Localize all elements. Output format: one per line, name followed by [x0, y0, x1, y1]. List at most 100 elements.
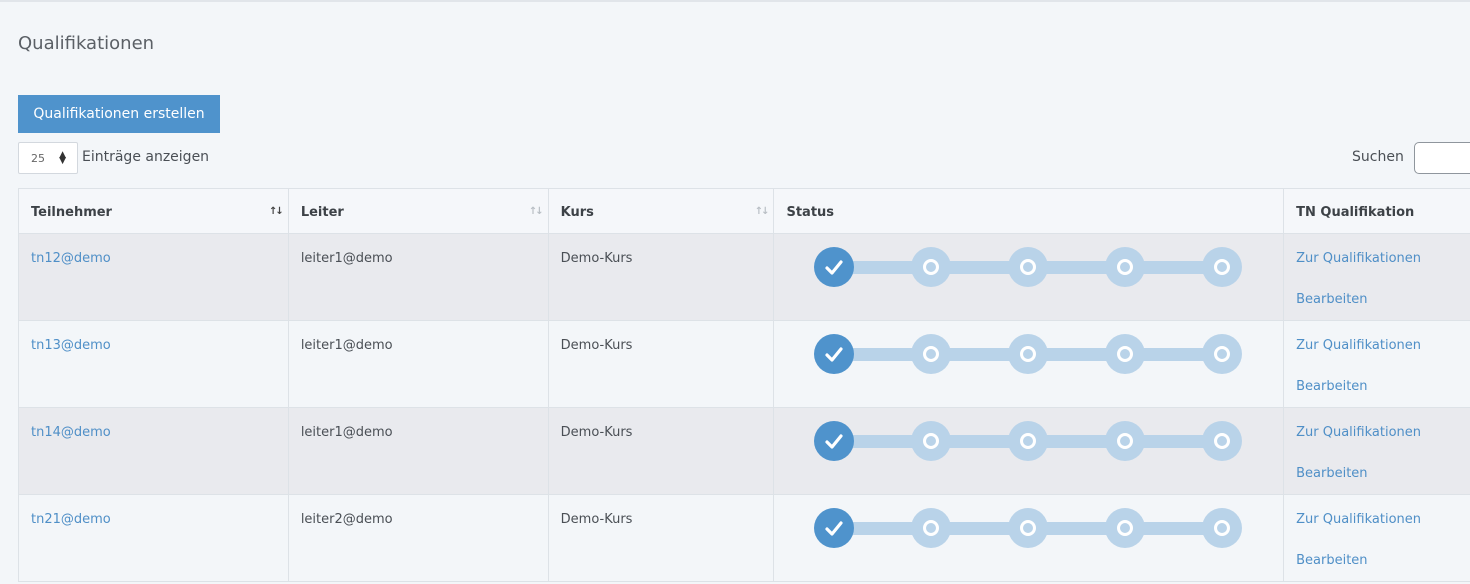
status-step-completed — [814, 334, 855, 374]
table-row: tn13@demo leiter1@demo Demo-Kurs Zur Qua… — [19, 321, 1470, 408]
status-step-completed — [814, 421, 855, 461]
checkmark-icon — [825, 260, 844, 275]
view-qualification-link[interactable]: Zur Qualifikationen — [1296, 338, 1470, 353]
page-length-value: 25 — [31, 151, 45, 165]
circle-icon — [1117, 346, 1134, 362]
status-step-pending — [1008, 247, 1049, 287]
search-input[interactable] — [1414, 142, 1470, 174]
status-step-pending — [911, 508, 952, 548]
circle-icon — [923, 346, 940, 362]
circle-icon — [1020, 346, 1037, 362]
status-step-pending — [1008, 508, 1049, 548]
status-step-pending — [1202, 508, 1243, 548]
page-title: Qualifikationen — [18, 33, 155, 54]
circle-icon — [1214, 346, 1231, 362]
status-step-pending — [1105, 508, 1146, 548]
circle-icon — [1020, 520, 1037, 536]
participant-link[interactable]: tn14@demo — [31, 425, 111, 440]
circle-icon — [1020, 259, 1037, 275]
select-caret-icon: ▲ ▼ — [59, 150, 66, 166]
column-header-label: TN Qualifikation — [1296, 205, 1415, 220]
cell-tn-qualifikation: Zur Qualifikationen Bearbeiten — [1284, 234, 1470, 320]
cell-leiter: leiter1@demo — [289, 321, 549, 407]
status-step-completed — [814, 247, 855, 287]
status-progress — [814, 247, 1244, 289]
create-qualification-button[interactable]: Qualifikationen erstellen — [18, 95, 220, 133]
cell-tn-qualifikation: Zur Qualifikationen Bearbeiten — [1284, 495, 1470, 581]
table-row: tn21@demo leiter2@demo Demo-Kurs Zur Qua… — [19, 495, 1470, 582]
cell-tn-qualifikation: Zur Qualifikationen Bearbeiten — [1284, 408, 1470, 494]
circle-icon — [1117, 520, 1134, 536]
edit-link[interactable]: Bearbeiten — [1296, 553, 1470, 568]
cell-kurs: Demo-Kurs — [549, 408, 775, 494]
checkmark-icon — [825, 347, 844, 362]
status-progress — [814, 421, 1244, 463]
qualifications-table: Teilnehmer ↑↓ Leiter ↑↓ Kurs ↑↓ Status T… — [18, 188, 1470, 582]
status-step-pending — [1008, 334, 1049, 374]
status-step-completed — [814, 508, 855, 548]
column-header-label: Teilnehmer — [31, 205, 112, 220]
status-step-pending — [1202, 334, 1243, 374]
column-header-label: Kurs — [560, 205, 594, 220]
status-step-pending — [1105, 334, 1146, 374]
participant-link[interactable]: tn13@demo — [31, 338, 111, 353]
cell-leiter: leiter2@demo — [289, 495, 549, 581]
cell-status — [774, 321, 1285, 407]
column-header-label: Status — [786, 205, 835, 220]
cell-tn-qualifikation: Zur Qualifikationen Bearbeiten — [1284, 321, 1470, 407]
status-step-pending — [1202, 421, 1243, 461]
page-length-label: Einträge anzeigen — [82, 149, 210, 165]
status-step-pending — [1008, 421, 1049, 461]
status-step-pending — [1105, 421, 1146, 461]
cell-status — [774, 408, 1285, 494]
circle-icon — [923, 433, 940, 449]
sort-icon: ↑↓ — [528, 206, 544, 217]
participant-link[interactable]: tn21@demo — [31, 512, 111, 527]
cell-leiter: leiter1@demo — [289, 234, 549, 320]
sort-icon: ↑↓ — [754, 206, 770, 217]
edit-link[interactable]: Bearbeiten — [1296, 379, 1470, 394]
status-step-pending — [911, 334, 952, 374]
participant-link[interactable]: tn12@demo — [31, 251, 111, 266]
cell-status — [774, 234, 1285, 320]
top-divider — [0, 0, 1470, 2]
table-row: tn14@demo leiter1@demo Demo-Kurs Zur Qua… — [19, 408, 1470, 495]
column-header-status: Status — [774, 189, 1285, 233]
edit-link[interactable]: Bearbeiten — [1296, 292, 1470, 307]
circle-icon — [1020, 433, 1037, 449]
cell-teilnehmer: tn13@demo — [19, 321, 289, 407]
view-qualification-link[interactable]: Zur Qualifikationen — [1296, 425, 1470, 440]
status-progress — [814, 508, 1244, 550]
table-header: Teilnehmer ↑↓ Leiter ↑↓ Kurs ↑↓ Status T… — [19, 189, 1470, 234]
status-step-pending — [1202, 247, 1243, 287]
view-qualification-link[interactable]: Zur Qualifikationen — [1296, 251, 1470, 266]
cell-status — [774, 495, 1285, 581]
cell-teilnehmer: tn21@demo — [19, 495, 289, 581]
status-step-pending — [911, 421, 952, 461]
circle-icon — [1214, 520, 1231, 536]
cell-teilnehmer: tn12@demo — [19, 234, 289, 320]
column-header-kurs[interactable]: Kurs ↑↓ — [549, 189, 775, 233]
column-header-tn-qualifikation: TN Qualifikation — [1284, 189, 1470, 233]
circle-icon — [1117, 433, 1134, 449]
cell-leiter: leiter1@demo — [289, 408, 549, 494]
column-header-leiter[interactable]: Leiter ↑↓ — [289, 189, 549, 233]
view-qualification-link[interactable]: Zur Qualifikationen — [1296, 512, 1470, 527]
page-length-select[interactable]: 25 ▲ ▼ — [18, 142, 78, 174]
cell-kurs: Demo-Kurs — [549, 495, 775, 581]
checkmark-icon — [825, 521, 844, 536]
checkmark-icon — [825, 434, 844, 449]
cell-kurs: Demo-Kurs — [549, 234, 775, 320]
table-row: tn12@demo leiter1@demo Demo-Kurs Zur Qua… — [19, 234, 1470, 321]
circle-icon — [923, 520, 940, 536]
table-body: tn12@demo leiter1@demo Demo-Kurs Zur Qua… — [19, 234, 1470, 582]
status-progress — [814, 334, 1244, 376]
column-header-teilnehmer[interactable]: Teilnehmer ↑↓ — [19, 189, 289, 233]
cell-teilnehmer: tn14@demo — [19, 408, 289, 494]
circle-icon — [1214, 433, 1231, 449]
circle-icon — [1214, 259, 1231, 275]
cell-kurs: Demo-Kurs — [549, 321, 775, 407]
status-step-pending — [911, 247, 952, 287]
edit-link[interactable]: Bearbeiten — [1296, 466, 1470, 481]
sort-ascending-icon: ↑↓ — [269, 206, 284, 217]
